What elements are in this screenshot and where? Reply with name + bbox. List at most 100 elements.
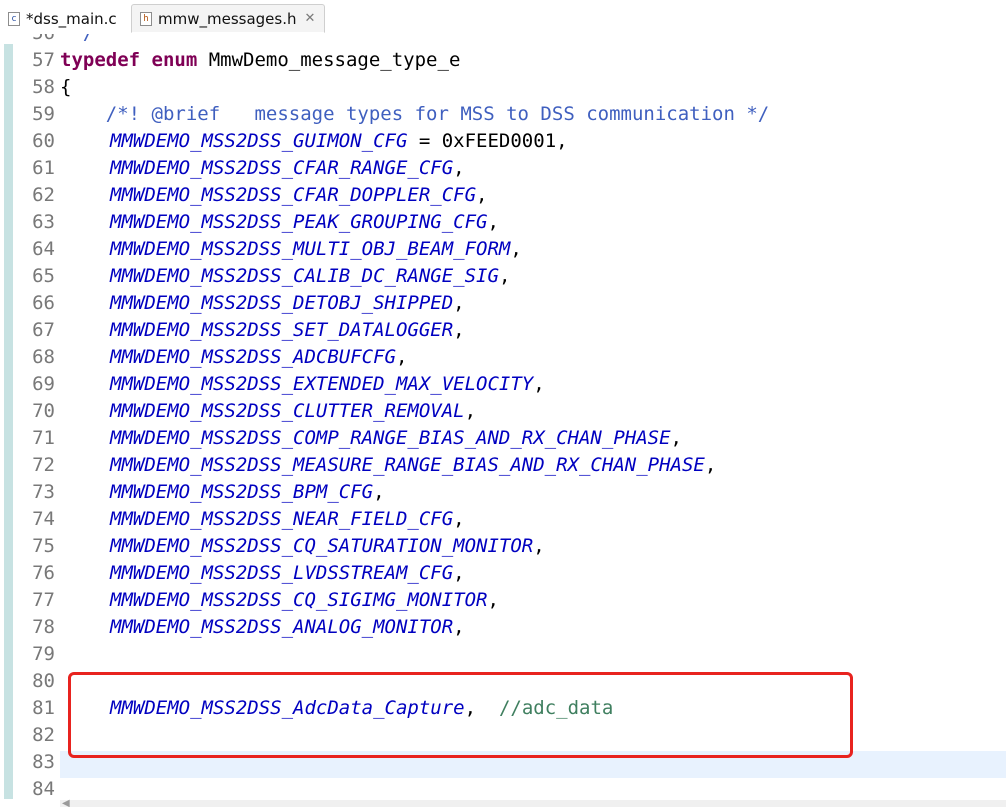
code-text-token: */ [60, 34, 94, 44]
enum-constant-token: MMWDEMO_MSS2DSS_NEAR_FIELD_CFG [110, 508, 454, 530]
code-line[interactable]: MMWDEMO_MSS2DSS_ADCBUFCFG, [110, 344, 407, 371]
punctuation-token: , [453, 292, 465, 314]
close-icon[interactable]: ✕ [305, 11, 316, 26]
line-number: 68 [32, 346, 55, 368]
punctuation-token: , [704, 454, 717, 476]
editor-tab-bar: c *dss_main.c h mmw_messages.h ✕ [0, 0, 1006, 35]
punctuation-token: , [670, 427, 682, 449]
code-line[interactable]: MMWDEMO_MSS2DSS_CFAR_RANGE_CFG, [110, 155, 465, 182]
code-line[interactable]: MMWDEMO_MSS2DSS_DETOBJ_SHIPPED, [110, 290, 465, 317]
enum-constant-token: MMWDEMO_MSS2DSS_PEAK_GROUPING_CFG [110, 211, 488, 233]
code-line[interactable]: MMWDEMO_MSS2DSS_BPM_CFG, [110, 479, 385, 506]
line-number: 60 [32, 130, 55, 152]
code-line[interactable]: */ [60, 34, 94, 47]
enum-constant-token: MMWDEMO_MSS2DSS_ADCBUFCFG [110, 346, 396, 368]
tab-mmw-messages[interactable]: h mmw_messages.h ✕ [131, 4, 325, 33]
keyword-token: typedef enum [60, 49, 198, 71]
code-line[interactable]: MMWDEMO_MSS2DSS_COMP_RANGE_BIAS_AND_RX_C… [110, 425, 682, 452]
line-number: 63 [32, 211, 55, 233]
punctuation-token: , [395, 346, 408, 368]
enum-constant-token: MMWDEMO_MSS2DSS_MULTI_OBJ_BEAM_FORM [110, 238, 511, 260]
code-line[interactable]: { [60, 74, 71, 101]
identifier-token: MmwDemo_message_type_e [197, 49, 461, 71]
code-line[interactable]: MMWDEMO_MSS2DSS_CFAR_DOPPLER_CFG, [110, 182, 488, 209]
enum-constant-token: MMWDEMO_MSS2DSS_SET_DATALOGGER [110, 319, 454, 341]
punctuation-token: , [464, 697, 499, 719]
enum-constant-token: MMWDEMO_MSS2DSS_CLUTTER_REMOVAL [110, 400, 465, 422]
line-number: 57 [32, 49, 55, 71]
punctuation-token: , [453, 319, 465, 341]
code-line[interactable]: MMWDEMO_MSS2DSS_CQ_SIGIMG_MONITOR, [110, 587, 499, 614]
code-line[interactable]: MMWDEMO_MSS2DSS_MULTI_OBJ_BEAM_FORM, [110, 236, 522, 263]
enum-constant-token: MMWDEMO_MSS2DSS_COMP_RANGE_BIAS_AND_RX_C… [110, 427, 671, 449]
code-line[interactable]: MMWDEMO_MSS2DSS_NEAR_FIELD_CFG, [110, 506, 465, 533]
tab-label: *dss_main.c [26, 9, 117, 28]
line-number: 78 [32, 616, 55, 638]
punctuation-token: , [373, 481, 385, 503]
enum-constant-token: MMWDEMO_MSS2DSS_ANALOG_MONITOR [110, 616, 454, 638]
punctuation-token: , [453, 616, 465, 638]
line-number: 65 [32, 265, 55, 287]
enum-constant-token: MMWDEMO_MSS2DSS_BPM_CFG [110, 481, 374, 503]
line-number: 74 [32, 508, 55, 530]
code-line[interactable]: /*! @brief message types for MSS to DSS … [60, 101, 769, 128]
line-number: 79 [32, 643, 55, 665]
code-content[interactable]: */typedef enum MmwDemo_message_type_e{ /… [60, 34, 1006, 807]
enum-constant-token: MMWDEMO_MSS2DSS_CQ_SIGIMG_MONITOR [110, 589, 488, 611]
code-line[interactable]: MMWDEMO_MSS2DSS_ANALOG_MONITOR, [110, 614, 465, 641]
code-line[interactable]: MMWDEMO_MSS2DSS_CLUTTER_REMOVAL, [110, 398, 476, 425]
tab-label: mmw_messages.h [158, 9, 297, 28]
code-line[interactable]: MMWDEMO_MSS2DSS_AdcData_Capture, //adc_d… [110, 695, 613, 722]
line-number: 84 [32, 778, 55, 800]
punctuation-token: , [453, 562, 465, 584]
punctuation-token: , [498, 265, 511, 287]
line-number: 72 [32, 454, 55, 476]
line-number: 75 [32, 535, 55, 557]
line-number: 77 [32, 589, 55, 611]
punctuation-token: , [510, 238, 522, 260]
punctuation-token: , [453, 508, 465, 530]
line-number: 58 [32, 76, 55, 98]
code-text-token: { [60, 76, 72, 98]
line-number: 83 [32, 751, 55, 773]
line-number: 81 [32, 697, 55, 719]
code-line[interactable]: MMWDEMO_MSS2DSS_LVDSSTREAM_CFG, [110, 560, 465, 587]
line-number: 76 [32, 562, 55, 584]
code-line[interactable]: MMWDEMO_MSS2DSS_SET_DATALOGGER, [110, 317, 465, 344]
enum-constant-token: MMWDEMO_MSS2DSS_LVDSSTREAM_CFG [110, 562, 454, 584]
enum-constant-token: MMWDEMO_MSS2DSS_MEASURE_RANGE_BIAS_AND_R… [110, 454, 705, 476]
tab-dss-main[interactable]: c *dss_main.c [0, 4, 130, 33]
code-line[interactable]: MMWDEMO_MSS2DSS_CQ_SATURATION_MONITOR, [110, 533, 545, 560]
line-number: 64 [32, 238, 55, 260]
line-number: 70 [32, 400, 55, 422]
enum-constant-token: MMWDEMO_MSS2DSS_DETOBJ_SHIPPED [110, 292, 454, 314]
enum-constant-token: MMWDEMO_MSS2DSS_CFAR_DOPPLER_CFG [110, 184, 477, 206]
code-line[interactable]: MMWDEMO_MSS2DSS_PEAK_GROUPING_CFG, [110, 209, 499, 236]
line-number: 82 [32, 724, 55, 746]
folding-bar [4, 44, 13, 799]
punctuation-token: , [487, 589, 499, 611]
enum-constant-token: MMWDEMO_MSS2DSS_CFAR_RANGE_CFG [110, 157, 454, 179]
code-line[interactable]: MMWDEMO_MSS2DSS_EXTENDED_MAX_VELOCITY, [110, 371, 545, 398]
c-file-icon: c [8, 11, 20, 26]
enum-constant-token: MMWDEMO_MSS2DSS_AdcData_Capture [110, 697, 465, 719]
code-line[interactable]: typedef enum MmwDemo_message_type_e [60, 47, 460, 74]
code-editor[interactable]: 56 57 58 59 60 61 62 63 64 65 66 67 68 69 70 71 72 73 74 75… [0, 34, 1006, 807]
punctuation-token: , [476, 184, 488, 206]
line-comment-token: //adc_data [498, 697, 614, 719]
code-line[interactable]: MMWDEMO_MSS2DSS_CALIB_DC_RANGE_SIG, [110, 263, 510, 290]
line-number: 73 [32, 481, 55, 503]
line-number: 67 [32, 319, 55, 341]
line-number-gutter: 56 57 58 59 60 61 62 63 64 65 66 67 68 69 70 71 72 73 74 75… [15, 34, 57, 807]
code-line[interactable]: MMWDEMO_MSS2DSS_MEASURE_RANGE_BIAS_AND_R… [110, 452, 716, 479]
enum-constant-token: MMWDEMO_MSS2DSS_GUIMON_CFG [110, 130, 408, 152]
enum-constant-token: MMWDEMO_MSS2DSS_CQ_SATURATION_MONITOR [110, 535, 534, 557]
enum-constant-token: MMWDEMO_MSS2DSS_CALIB_DC_RANGE_SIG [110, 265, 499, 287]
scroll-left-icon[interactable]: ◀ [62, 798, 70, 807]
line-number: 80 [32, 670, 55, 692]
punctuation-token: , [487, 211, 499, 233]
punctuation-token: , [533, 535, 545, 557]
horizontal-scrollbar[interactable] [60, 800, 1006, 807]
code-line[interactable]: MMWDEMO_MSS2DSS_GUIMON_CFG = 0xFEED0001, [110, 128, 568, 155]
punctuation-token: , [453, 157, 465, 179]
